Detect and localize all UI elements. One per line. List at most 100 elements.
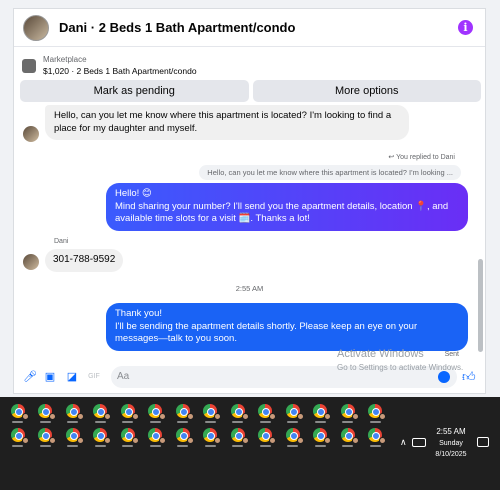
listing-thumbnail (22, 58, 36, 73)
watermark-subtitle: Go to Settings to activate Windows. (337, 363, 464, 372)
taskbar-chrome-button[interactable] (334, 399, 362, 423)
clock-day: Sunday (439, 440, 463, 447)
listing-info[interactable]: Marketplace $1,020 · 2 Beds 1 Bath Apart… (14, 49, 485, 81)
profile-badge-icon (214, 437, 221, 444)
chat-title[interactable]: Dani · 2 Beds 1 Bath Apartment/condo (59, 20, 295, 35)
profile-badge-icon (21, 413, 29, 420)
running-indicator (369, 445, 381, 447)
taskbar-chrome-button[interactable] (362, 423, 390, 447)
taskbar-chrome-button[interactable] (87, 423, 115, 447)
activate-windows-watermark: Activate Windows Go to Settings to activ… (337, 348, 463, 372)
sticker-icon[interactable]: ◪ (66, 371, 78, 383)
clock-time: 2:55 AM (436, 427, 466, 436)
quoted-message[interactable]: Hello, can you let me know where this ap… (199, 165, 461, 180)
notification-icon[interactable] (477, 437, 489, 447)
running-indicator (177, 445, 188, 447)
profile-badge-icon (324, 413, 331, 420)
profile-badge-icon (214, 413, 221, 420)
running-indicator (342, 445, 353, 447)
profile-badge-icon (351, 413, 359, 420)
running-indicator (259, 445, 271, 447)
taskbar-chrome-button[interactable] (114, 423, 142, 447)
profile-badge-icon (324, 437, 331, 444)
gif-icon[interactable]: GIF (88, 371, 100, 383)
scrollbar[interactable] (478, 259, 483, 352)
contact-avatar-small (23, 126, 39, 142)
chat-header: Dani · 2 Beds 1 Bath Apartment/condo i (14, 9, 485, 47)
profile-badge-icon (379, 437, 386, 444)
running-indicator (149, 445, 161, 447)
info-icon[interactable]: i (458, 20, 473, 35)
photo-icon[interactable]: ▣ (44, 371, 56, 383)
taskbar-chrome-button[interactable] (334, 423, 362, 447)
running-indicator (314, 445, 326, 447)
chevron-up-icon[interactable]: ∧ (400, 437, 407, 448)
taskbar-chrome-button[interactable] (32, 423, 60, 447)
listing-source: Marketplace (43, 54, 87, 64)
taskbar-chrome-button[interactable] (224, 399, 252, 423)
profile-badge-icon (379, 413, 386, 420)
running-indicator (287, 445, 298, 447)
taskbar-chrome-button[interactable] (362, 399, 390, 423)
running-indicator (67, 445, 78, 447)
taskbar-chrome-button[interactable] (279, 399, 307, 423)
taskbar-chrome-button[interactable] (32, 399, 60, 423)
taskbar-chrome-button[interactable] (114, 399, 142, 423)
keyboard-icon[interactable] (412, 438, 426, 447)
taskbar-row (4, 423, 389, 447)
message-list: Hello, can you let me know where this ap… (14, 105, 485, 361)
taskbar-chrome-button[interactable] (169, 423, 197, 447)
taskbar-chrome-button[interactable] (252, 399, 280, 423)
profile-badge-icon (21, 437, 29, 444)
listing-price-title: $1,020 · 2 Beds 1 Bath Apartment/condo (43, 65, 197, 76)
profile-badge-icon (131, 437, 139, 444)
profile-badge-icon (49, 437, 56, 444)
running-indicator (12, 445, 23, 447)
profile-badge-icon (351, 437, 359, 444)
thumbs-up-icon[interactable]: 👍︎ (462, 369, 476, 385)
taskbar-chrome-button[interactable] (4, 399, 32, 423)
taskbar-clock[interactable]: 2:55 AM Sunday 8/10/2025 (428, 427, 474, 458)
profile-badge-icon (49, 413, 56, 420)
outgoing-message-line: I'll be sending the apartment details sh… (115, 320, 418, 345)
taskbar-chrome-button[interactable] (59, 399, 87, 423)
message-timestamp: 2:55 AM (235, 284, 264, 293)
profile-badge-icon (186, 437, 194, 444)
outgoing-message: Thank you! I'll be sending the apartment… (106, 303, 468, 351)
taskbar-chrome-button[interactable] (279, 423, 307, 447)
taskbar-chrome-button[interactable] (197, 399, 225, 423)
profile-badge-icon (159, 437, 166, 444)
taskbar-chrome-button[interactable] (307, 399, 335, 423)
profile-badge-icon (241, 437, 249, 444)
chat-window: Dani · 2 Beds 1 Bath Apartment/condo i M… (13, 8, 486, 394)
profile-badge-icon (76, 413, 84, 420)
taskbar-chrome-button[interactable] (87, 399, 115, 423)
profile-badge-icon (76, 437, 84, 444)
taskbar-chrome-button[interactable] (169, 399, 197, 423)
taskbar-chrome-button[interactable] (142, 399, 170, 423)
taskbar-chrome-button[interactable] (197, 423, 225, 447)
emoji-icon[interactable] (438, 371, 450, 383)
replied-indicator: ↩ You replied to Dani (388, 153, 455, 161)
running-indicator (204, 445, 216, 447)
taskbar-chrome-button[interactable] (252, 423, 280, 447)
taskbar-chrome-button[interactable] (4, 423, 32, 447)
outgoing-message-line: Thank you! (115, 308, 162, 319)
profile-badge-icon (296, 413, 304, 420)
taskbar-chrome-button[interactable] (224, 423, 252, 447)
incoming-message: Hello, can you let me know where this ap… (45, 105, 409, 140)
incoming-message: 301-788-9592 (45, 249, 124, 272)
microphone-icon[interactable]: 🎤︎ (23, 371, 37, 383)
more-options-button[interactable]: More options (252, 80, 481, 102)
mark-as-pending-button[interactable]: Mark as pending (20, 80, 249, 102)
taskbar-chrome-button[interactable] (59, 423, 87, 447)
contact-avatar[interactable] (23, 14, 49, 41)
profile-badge-icon (241, 413, 249, 420)
profile-badge-icon (269, 413, 276, 420)
taskbar-chrome-button[interactable] (142, 423, 170, 447)
outgoing-message-line: Mind sharing your number? I'll send you … (115, 200, 449, 225)
profile-badge-icon (296, 437, 304, 444)
taskbar-chrome-button[interactable] (307, 423, 335, 447)
clock-date: 8/10/2025 (435, 451, 467, 458)
replied-label: You replied to Dani (396, 154, 455, 161)
